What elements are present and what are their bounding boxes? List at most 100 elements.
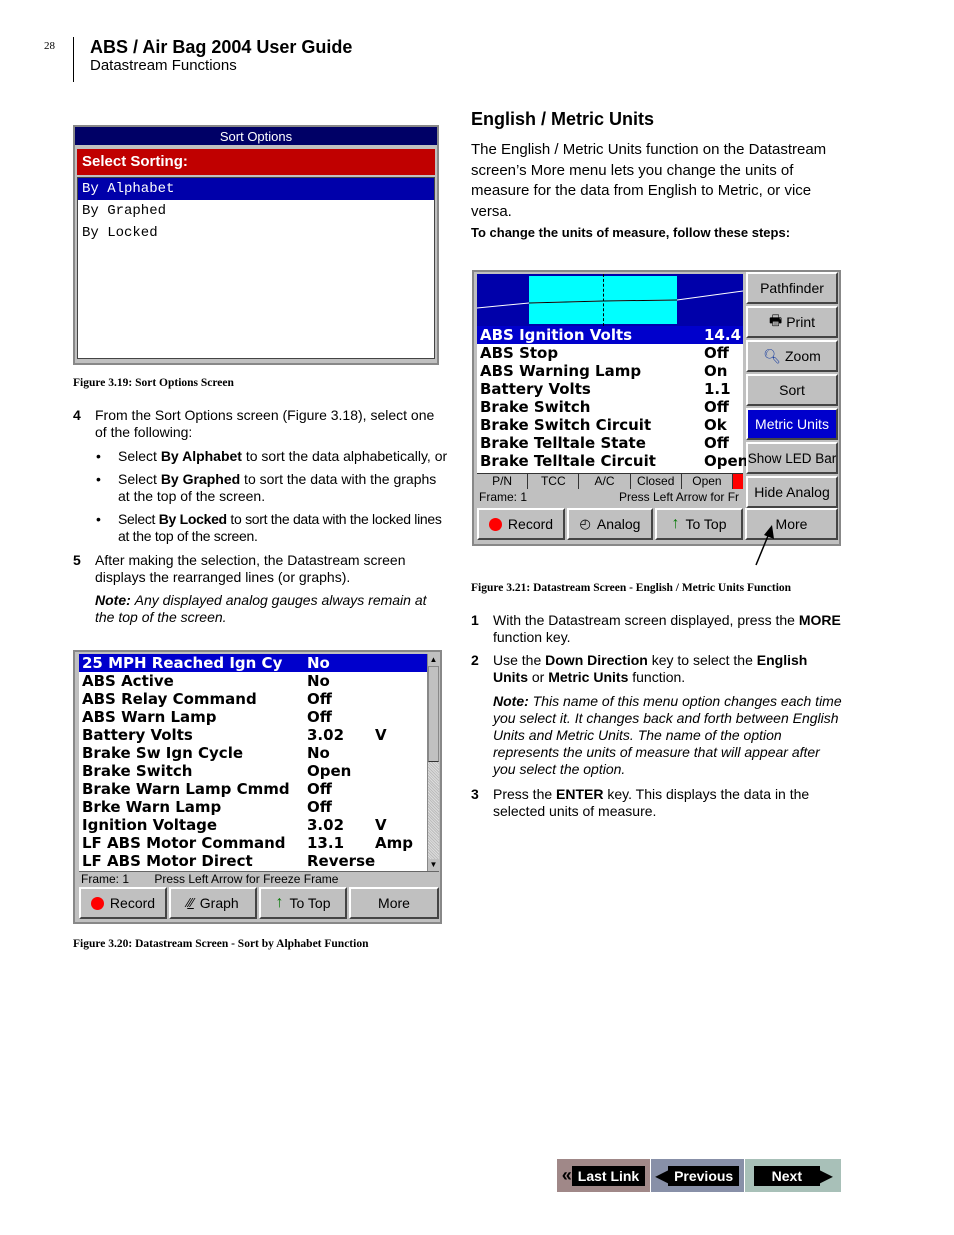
button-label: More	[378, 895, 410, 911]
step-text: With the Datastream screen displayed, pr…	[493, 612, 841, 645]
led-indicator: Closed	[631, 474, 682, 489]
datastream-screen-metric: ABS Ignition Volts 14.4 ABS Stop Off ABS W…	[472, 270, 841, 546]
scroll-up-arrow-icon[interactable]: ▲	[428, 654, 439, 666]
menu-label: Print	[786, 314, 815, 330]
graph-button[interactable]: ⁄⁄⁄ Graph	[169, 887, 257, 919]
datastream-screen-alphabet: 25 MPH Reached Ign Cy No ABS Active No ABS…	[73, 650, 442, 924]
previous-button[interactable]: ◀ Previous	[651, 1159, 744, 1192]
analog-graph	[477, 274, 743, 326]
record-button[interactable]: Record	[79, 887, 167, 919]
sort-option-alphabet[interactable]: By Alphabet	[78, 178, 434, 200]
list-item[interactable]: ABS Stop Off	[477, 344, 743, 362]
list-item[interactable]: Battery Volts 3.02 V	[79, 726, 427, 744]
menu-metric-units[interactable]: Metric Units	[746, 408, 838, 440]
status-message: Press Left Arrow for Fr	[619, 490, 740, 504]
list-item[interactable]: Brake Switch Open	[79, 762, 427, 780]
menu-sort[interactable]: Sort	[746, 374, 838, 406]
list-item[interactable]: Brake Telltale State Off	[477, 434, 743, 452]
figure-caption: Figure 3.21: Datastream Screen - English…	[471, 582, 792, 594]
button-label: Analog	[596, 516, 641, 532]
list-item[interactable]: Brake Sw Ign Cycle No	[79, 744, 427, 762]
button-label: Next	[753, 1165, 821, 1186]
led-indicator: Open	[682, 474, 734, 489]
button-label: More	[775, 516, 808, 532]
list-item[interactable]: ABS Warn Lamp Off	[79, 708, 427, 726]
bullet-icon: •	[96, 448, 101, 464]
to-top-button[interactable]: ↑ To Top	[655, 508, 743, 540]
page-number: 28	[44, 40, 55, 52]
magnifier-icon: 🔍︎	[763, 347, 781, 364]
status-bar: Frame: 1 Press Left Arrow for Fr	[477, 490, 743, 505]
bullet-icon: •	[96, 511, 101, 527]
menu-label: Zoom	[784, 348, 821, 364]
list-item[interactable]: ABS Ignition Volts 14.4	[477, 326, 743, 344]
menu-label: Metric Units	[755, 416, 829, 432]
led-indicator: TCC	[528, 474, 580, 489]
menu-show-led-bar[interactable]: Show LED Bar	[746, 442, 838, 474]
led-red-indicator	[733, 474, 744, 489]
scroll-down-arrow-icon[interactable]: ▼	[428, 859, 439, 871]
datastream-list: ABS Ignition Volts 14.4 ABS Stop Off ABS W…	[477, 326, 748, 473]
to-top-button[interactable]: ↑ To Top	[259, 887, 347, 919]
analog-button[interactable]: ◴ Analog	[567, 508, 653, 540]
datastream-list: 25 MPH Reached Ign Cy No ABS Active No ABS…	[79, 654, 427, 871]
next-button[interactable]: Next ▶	[745, 1159, 841, 1192]
menu-label: Pathfinder	[760, 280, 824, 296]
figure-caption: Figure 3.20: Datastream Screen - Sort by…	[73, 938, 369, 950]
record-button[interactable]: Record	[477, 508, 565, 540]
menu-hide-analog[interactable]: Hide Analog	[746, 476, 838, 508]
list-item[interactable]: ABS Relay Command Off	[79, 690, 427, 708]
right-arrow-icon: ▶	[820, 1167, 833, 1185]
up-arrow-icon: ↑	[275, 894, 284, 911]
last-link-button[interactable]: «Last Link	[557, 1159, 650, 1192]
steps-heading: To change the units of measure, follow t…	[471, 225, 791, 240]
bullet-text: Select By Alphabet to sort the data alph…	[118, 448, 448, 464]
scroll-thumb[interactable]	[428, 666, 439, 762]
button-label: Previous	[668, 1165, 740, 1186]
section-intro: The English / Metric Units function on t…	[471, 141, 827, 220]
list-item[interactable]: Brake Warn Lamp Cmmd Off	[79, 780, 427, 798]
menu-label: Show LED Bar	[747, 450, 837, 466]
pointer-arrow-icon	[755, 525, 774, 566]
step-number: 3	[471, 786, 479, 802]
button-label: Last Link	[571, 1165, 646, 1186]
list-item[interactable]: LF ABS Motor Command 13.1 Amp	[79, 834, 427, 852]
led-indicator: A/C	[579, 474, 631, 489]
sort-option-locked[interactable]: By Locked	[78, 222, 434, 244]
list-item[interactable]: Brake Switch Off	[477, 398, 743, 416]
graph-cursor	[603, 274, 604, 326]
figure-caption: Figure 3.19: Sort Options Screen	[73, 377, 234, 389]
button-label: Record	[507, 516, 554, 532]
section-heading: English / Metric Units	[471, 109, 655, 129]
menu-pathfinder[interactable]: Pathfinder	[746, 272, 838, 304]
frame-indicator: Frame: 1	[81, 872, 130, 886]
list-item[interactable]: ABS Warning Lamp On	[477, 362, 743, 380]
list-item[interactable]: Battery Volts 1.1	[477, 380, 743, 398]
bullet-text: Select By Graphed to sort the data with …	[118, 471, 437, 504]
list-item[interactable]: Ignition Voltage 3.02 V	[79, 816, 427, 834]
record-icon	[488, 517, 502, 531]
list-item[interactable]: ABS Active No	[79, 672, 427, 690]
button-label: Graph	[199, 895, 239, 911]
list-item[interactable]: Brake Switch Circuit Ok	[477, 416, 743, 434]
scrollbar[interactable]: ▲ ▼	[427, 654, 439, 871]
select-sorting-heading: Select Sorting:	[77, 149, 435, 175]
frame-indicator: Frame: 1	[479, 490, 528, 504]
list-item[interactable]: 25 MPH Reached Ign Cy No	[79, 654, 427, 672]
step-text: Use the Down Direction key to select the…	[493, 652, 808, 685]
menu-print[interactable]: 🖶 Print	[746, 306, 838, 338]
header-divider	[73, 37, 74, 82]
up-arrow-icon: ↑	[671, 515, 680, 532]
menu-zoom[interactable]: 🔍︎ Zoom	[746, 340, 838, 372]
list-item[interactable]: Brake Telltale Circuit Open	[477, 452, 748, 470]
document-title: ABS / Air Bag 2004 User Guide	[90, 37, 353, 57]
status-message: Press Left Arrow for Freeze Frame	[154, 872, 339, 886]
sort-options-window: Sort Options Select Sorting: By Alphabet…	[73, 125, 439, 365]
list-item[interactable]: Brke Warn Lamp Off	[79, 798, 427, 816]
list-item[interactable]: LF ABS Motor Direct Reverse	[79, 852, 427, 870]
sort-option-graphed[interactable]: By Graphed	[78, 200, 434, 222]
section-subtitle: Datastream Functions	[90, 57, 237, 74]
note: Note: Any displayed analog gauges always…	[95, 592, 427, 625]
bullet-text: Select By Locked to sort the data with t…	[118, 511, 442, 544]
more-button[interactable]: More	[349, 887, 439, 919]
